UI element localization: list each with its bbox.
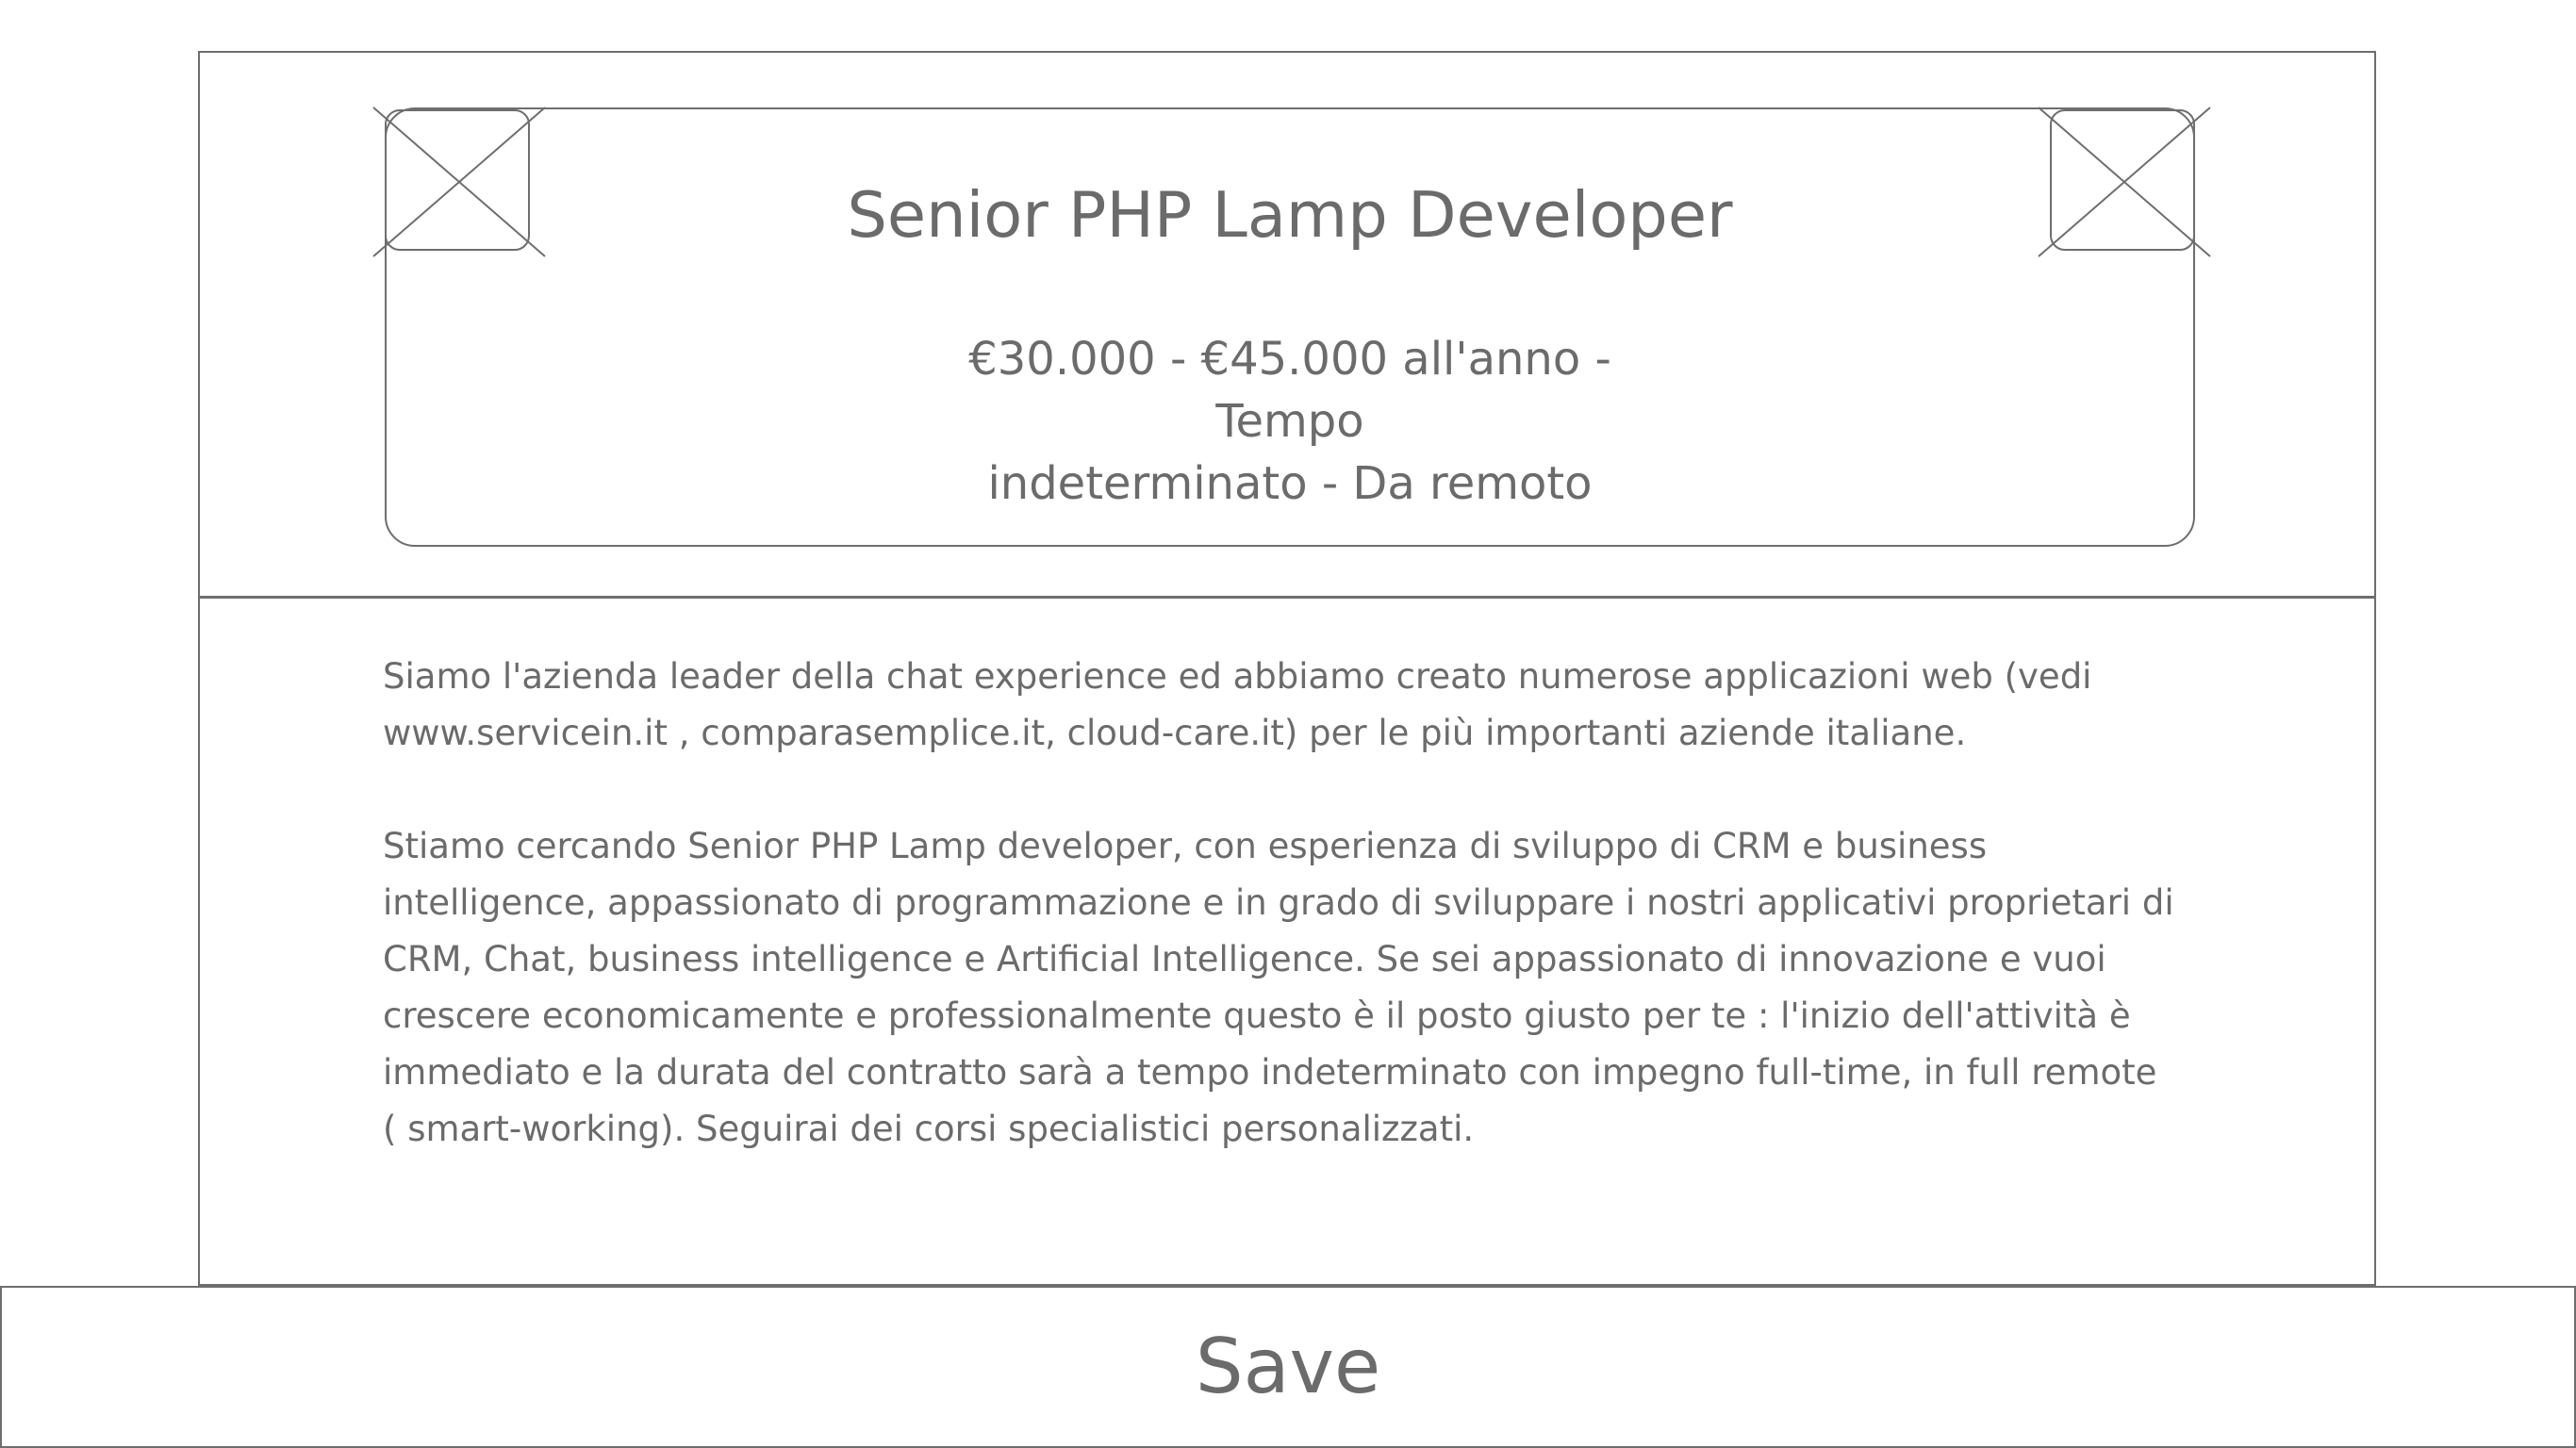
description-line: intelligence, appassionato di programmaz… [383,882,2174,923]
job-description: Siamo l'azienda leader della chat experi… [383,649,2174,1214]
description-line: Siamo l'azienda leader della chat experi… [383,656,2092,697]
description-line: www.servicein.it , comparasemplice.it, c… [383,713,1967,753]
description-line: Stiamo cercando Senior PHP Lamp develope… [383,826,1988,866]
save-button-label: Save [1195,1323,1381,1410]
description-paragraph: Siamo l'azienda leader della chat experi… [383,649,2174,762]
description-line: ( smart-working). Seguirai dei corsi spe… [383,1109,1475,1149]
job-header-card: Senior PHP Lamp Developer €30.000 - €45.… [372,107,2211,547]
job-card-frame: Senior PHP Lamp Developer €30.000 - €45.… [198,51,2376,1286]
job-title: Senior PHP Lamp Developer [847,178,1733,252]
job-editor-screen: Senior PHP Lamp Developer €30.000 - €45.… [0,0,2576,1448]
section-divider [200,596,2374,599]
save-button[interactable]: Save [0,1286,2576,1448]
description-line: immediato e la durata del contratto sarà… [383,1052,2157,1093]
description-line: crescere economicamente e professionalme… [383,996,2131,1036]
job-meta-line: indeterminato - Da remoto [987,457,1593,510]
job-meta-line: €30.000 - €45.000 all'anno - Tempo [968,333,1611,448]
job-salary-contract-info: €30.000 - €45.000 all'anno - Tempo indet… [896,328,1684,515]
description-paragraph: Stiamo cercando Senior PHP Lamp develope… [383,818,2174,1158]
description-line: CRM, Chat, business intelligence e Artif… [383,939,2106,979]
